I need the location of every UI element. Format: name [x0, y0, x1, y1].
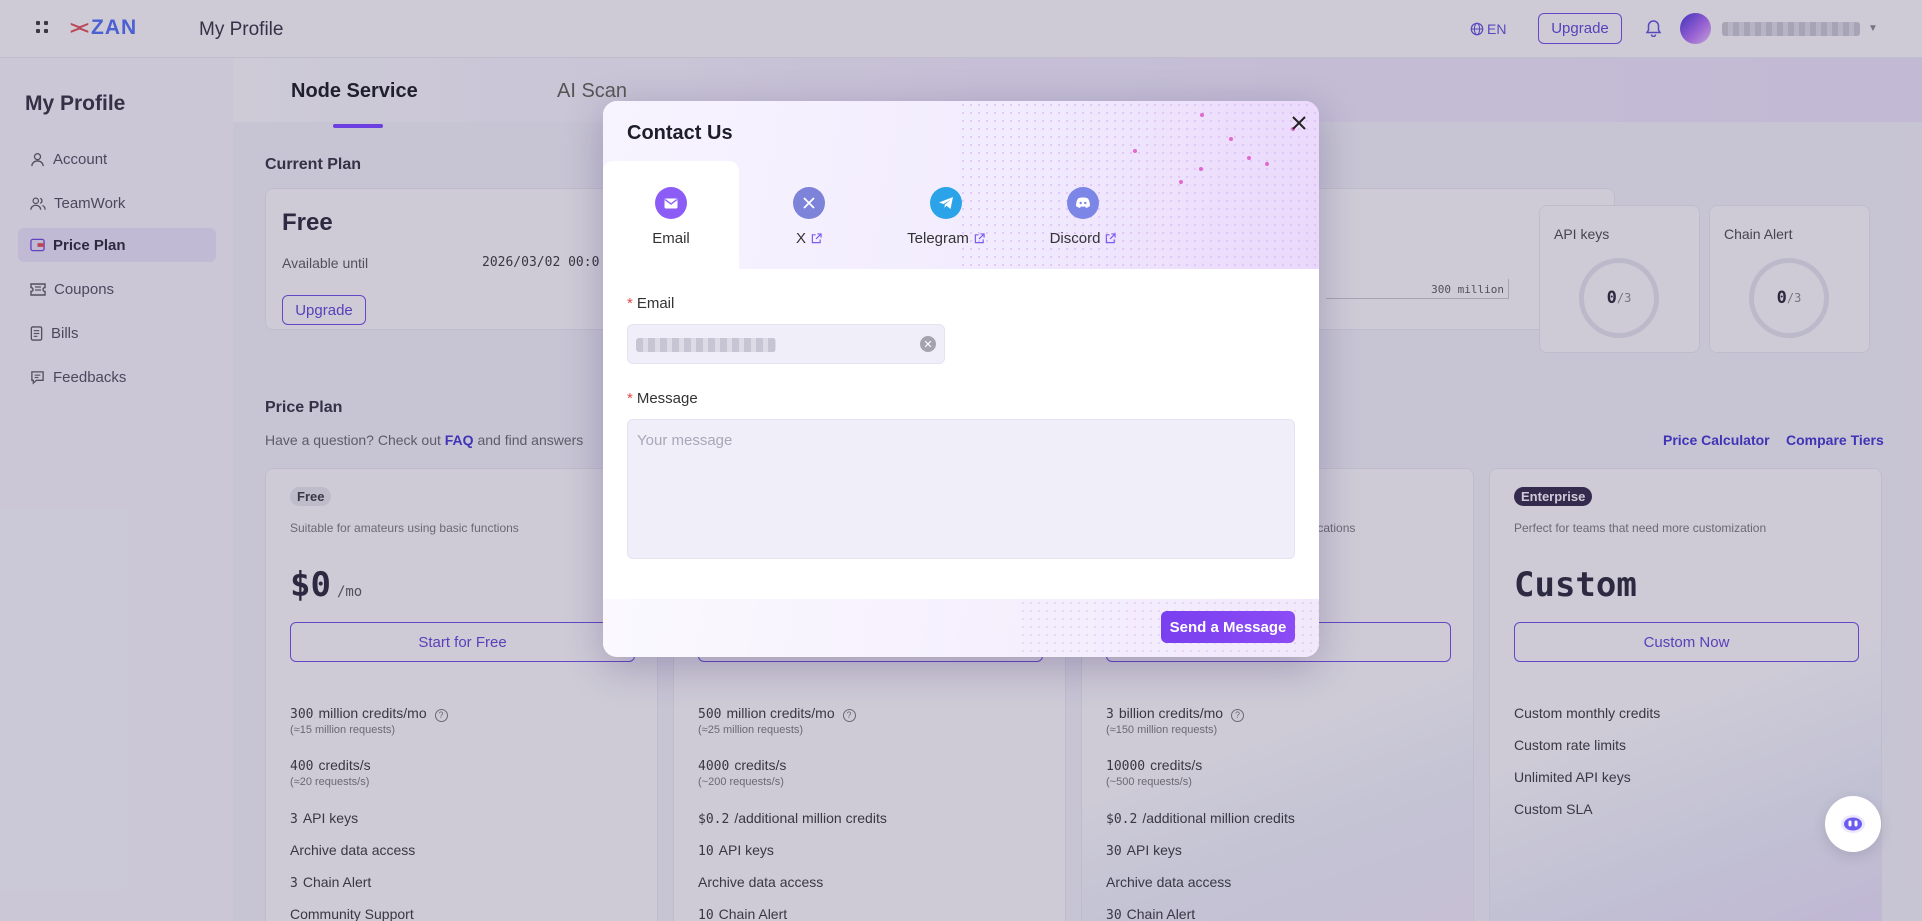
send-message-button[interactable]: Send a Message [1161, 611, 1295, 643]
external-link-icon [1106, 233, 1117, 244]
chat-assistant-button[interactable] [1825, 796, 1881, 852]
tab-node-service[interactable]: Node Service [291, 80, 418, 103]
message-field[interactable] [627, 419, 1295, 559]
mail-icon [655, 187, 687, 219]
channel-tab-x[interactable]: X [741, 161, 877, 269]
clear-icon[interactable]: ✕ [920, 336, 936, 352]
external-link-icon [811, 233, 822, 244]
contact-form: * Email ✕ * Message [603, 269, 1319, 599]
channel-label-text: Email [652, 230, 690, 247]
x-icon [793, 187, 825, 219]
channel-label-text: X [795, 230, 806, 247]
channel-tab-telegram[interactable]: Telegram [877, 161, 1015, 269]
channel-label: X [796, 230, 822, 247]
required-marker: * [627, 390, 633, 407]
tab-ai-scan[interactable]: AI Scan [557, 80, 627, 103]
telegram-icon [930, 187, 962, 219]
email-label-text: Email [636, 295, 675, 312]
bot-icon [1841, 815, 1865, 833]
email-field[interactable]: ✕ [627, 324, 945, 364]
email-value-redacted [636, 338, 776, 352]
modal-footer: Send a Message [603, 599, 1319, 657]
contact-us-modal: Contact Us Email X Telegram Discord * Em… [603, 101, 1319, 657]
channel-label-text: Telegram [907, 230, 969, 247]
external-link-icon [974, 233, 985, 244]
channel-label: Email [652, 230, 690, 247]
message-label: * Message [627, 390, 698, 407]
message-label-text: Message [636, 390, 698, 407]
channel-tab-discord[interactable]: Discord [1015, 161, 1151, 269]
channel-label-text: Discord [1049, 230, 1101, 247]
close-icon[interactable] [1289, 113, 1309, 133]
channel-label: Telegram [907, 230, 985, 247]
email-label: * Email [627, 295, 674, 312]
channel-label: Discord [1050, 230, 1117, 247]
modal-title: Contact Us [627, 122, 733, 144]
discord-icon [1067, 187, 1099, 219]
channel-tab-email[interactable]: Email [603, 161, 739, 269]
required-marker: * [627, 295, 633, 312]
active-tab-indicator [333, 124, 383, 128]
